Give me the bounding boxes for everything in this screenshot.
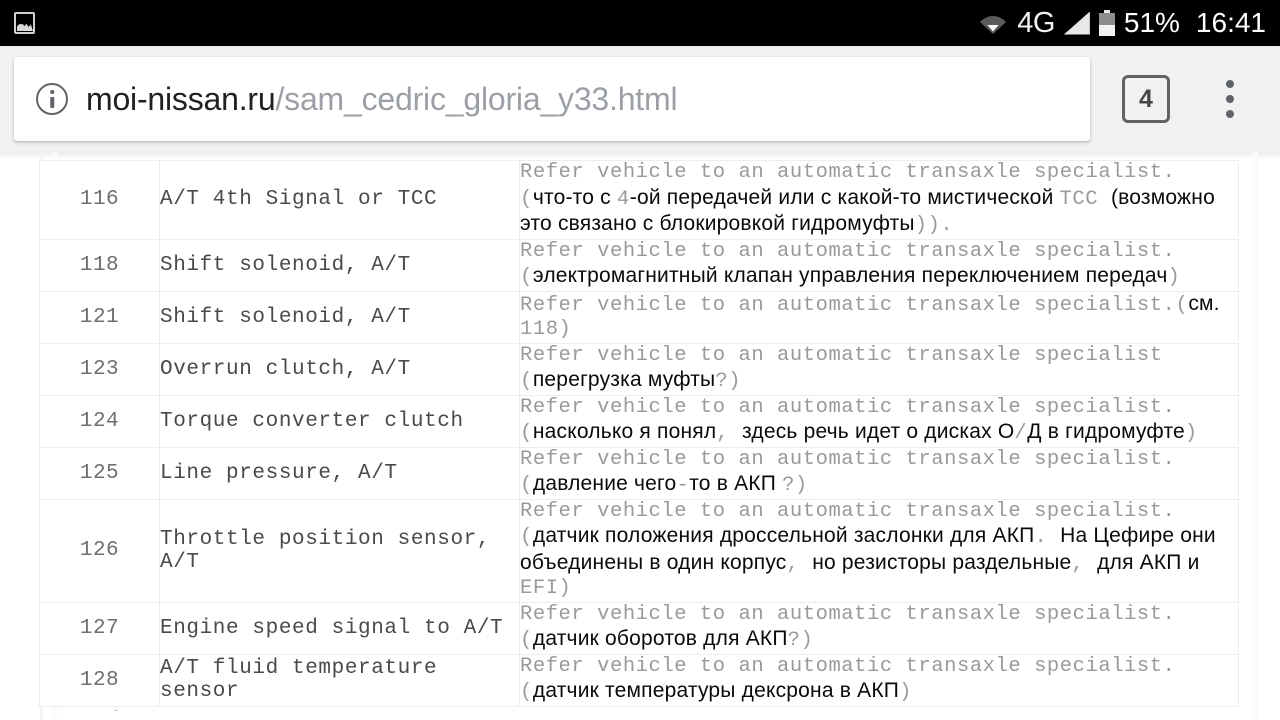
cell-description: Refer vehicle to an automatic transaxle … [519,498,1239,603]
web-page-viewport[interactable]: 116 A/T 4th Signal or TCC Refer vehicle to… [0,152,1280,720]
desc-segment-ru: давление чего [532,472,677,495]
wifi-icon [978,11,1008,35]
cell-name: Shift solenoid, A/T [159,238,520,292]
desc-segment-ru: что-то с [532,185,617,209]
desc-segment-en: 118) [520,318,572,341]
desc-segment-en: ) [899,681,912,704]
cell-name: Overrun clutch, A/T [159,342,520,396]
desc-segment-en: , [786,552,813,576]
desc-segment-en: Refer vehicle to an automatic transaxle … [520,293,1189,317]
desc-segment-en: ) [1184,422,1198,445]
toolbar-shadow [0,152,1280,159]
status-bar-notifications [14,12,35,34]
cell-code: 123 [39,342,160,396]
desc-segment-en: 4 [616,187,630,211]
url-text: moi-nissan.ru/sam_cedric_gloria_y33.html [86,81,678,117]
address-bar[interactable]: moi-nissan.ru/sam_cedric_gloria_y33.html [14,57,1090,141]
desc-segment-en: ) [1167,266,1181,289]
cell-description: Refer vehicle to an automatic transaxle … [519,601,1239,655]
photo-icon [14,12,35,34]
cell-name: A/T 4th Signal or TCC [159,160,520,240]
cell-code: 128 [39,653,160,707]
cell-name: A/T fluid temperature sensor [159,653,520,707]
cell-description: Refer vehicle to an automatic transaxle … [519,446,1239,500]
page-right-gutter [1252,152,1258,720]
table-row: 125 Line pressure, A/T Refer vehicle to an… [39,446,1239,500]
desc-segment-en: , [716,422,743,445]
battery-icon [1098,10,1115,36]
cell-name: Throttle position sensor, A/T [159,498,520,603]
desc-segment-en: , [1071,552,1098,576]
table-row: 121 Shift solenoid, A/T Refer vehicle to a… [39,290,1239,344]
tab-switcher-button[interactable]: 4 [1122,75,1170,123]
desc-segment-ru: для АКП и [1097,550,1200,574]
desc-segment-ru: датчик температуры дексрона в АКП [532,679,900,702]
info-circle-icon[interactable] [36,83,68,115]
desc-segment-en: . [1034,526,1061,549]
url-host: moi-nissan.ru [86,81,276,117]
desc-segment-en: / [1014,422,1028,445]
cell-code: 124 [39,394,160,448]
desc-segment-en: ?) [715,370,742,393]
desc-segment-ru: но резисторы раздельные [812,550,1072,574]
cell-code: 127 [39,601,160,655]
desc-segment-ru: насколько я понял [532,420,717,443]
signal-bars-icon [1063,11,1090,35]
cell-description: Refer vehicle to an automatic transaxle … [519,290,1239,344]
overflow-menu-icon[interactable] [1208,69,1252,129]
battery-percent-label: 51% [1123,7,1180,38]
desc-segment-ru: датчик оборотов для АКП [532,627,788,650]
cell-name: Shift solenoid, A/T [159,290,520,344]
cell-description: Refer vehicle to an automatic transaxle … [519,342,1239,396]
desc-segment-ru: здесь речь идет о дисках О [742,420,1015,443]
table-row: 116 A/T 4th Signal or TCC Refer vehicle to… [39,160,1239,240]
android-status-bar: 4G 51% 16:41 [0,0,1280,46]
table-row: 118 Shift solenoid, A/T Refer vehicle to a… [39,238,1239,292]
desc-segment-ru: электромагнитный клапан управления перек… [532,264,1168,287]
status-bar-system-icons: 4G 51% 16:41 [978,6,1266,39]
cell-code: 116 [39,160,160,240]
desc-segment-en: ?) [787,629,814,652]
desc-segment-en: )). [914,214,954,237]
desc-segment-en: ?) [782,474,808,497]
tab-count-label: 4 [1139,84,1153,113]
desc-segment-en: TCC [1059,187,1111,211]
desc-segment-ru: см. [1188,291,1220,315]
cell-name: Line pressure, A/T [159,446,520,500]
cell-name: Torque converter clutch [159,394,520,448]
cell-code: 125 [39,446,160,500]
cell-description: Refer vehicle to an automatic transaxle … [519,653,1239,707]
cell-description: Refer vehicle to an automatic transaxle … [519,238,1239,292]
network-type-label: 4G [1017,6,1055,39]
fault-code-table: 116 A/T 4th Signal or TCC Refer vehicle to… [39,160,1239,707]
clock-label: 16:41 [1195,7,1266,38]
cell-name: Engine speed signal to A/T [159,601,520,655]
desc-segment-ru: Д в гидромуфте [1027,420,1185,443]
cell-code: 118 [39,238,160,292]
desc-segment-ru: то в АКП [689,472,783,495]
browser-toolbar: moi-nissan.ru/sam_cedric_gloria_y33.html… [0,46,1280,152]
cell-description: Refer vehicle to an automatic transaxle … [519,394,1239,448]
desc-segment-ru: датчик положения дроссельной заслонки дл… [532,524,1035,547]
desc-segment-en: EFI) [520,577,572,600]
table-row: 124 Torque converter clutch Refer vehicle … [39,394,1239,448]
desc-segment-ru: перегрузка муфты [532,368,716,391]
cell-code: 126 [39,498,160,603]
page-tail-text: Расшифровка [39,708,186,720]
cell-description: Refer vehicle to an automatic transaxle … [519,160,1239,240]
table-row: 128 A/T fluid temperature sensor Refer veh… [39,653,1239,707]
table-row: 126 Throttle position sensor, A/T Refer ve… [39,498,1239,603]
table-row: 123 Overrun clutch, A/T Refer vehicle to a… [39,342,1239,396]
url-path: /sam_cedric_gloria_y33.html [275,81,678,117]
desc-segment-ru: -ой передачей или с какой-то мистической [629,185,1060,209]
desc-segment-en: - [676,474,690,497]
cell-code: 121 [39,290,160,344]
fault-code-table-body: 116 A/T 4th Signal or TCC Refer vehicle to… [39,160,1239,707]
table-row: 127 Engine speed signal to A/T Refer vehic… [39,601,1239,655]
